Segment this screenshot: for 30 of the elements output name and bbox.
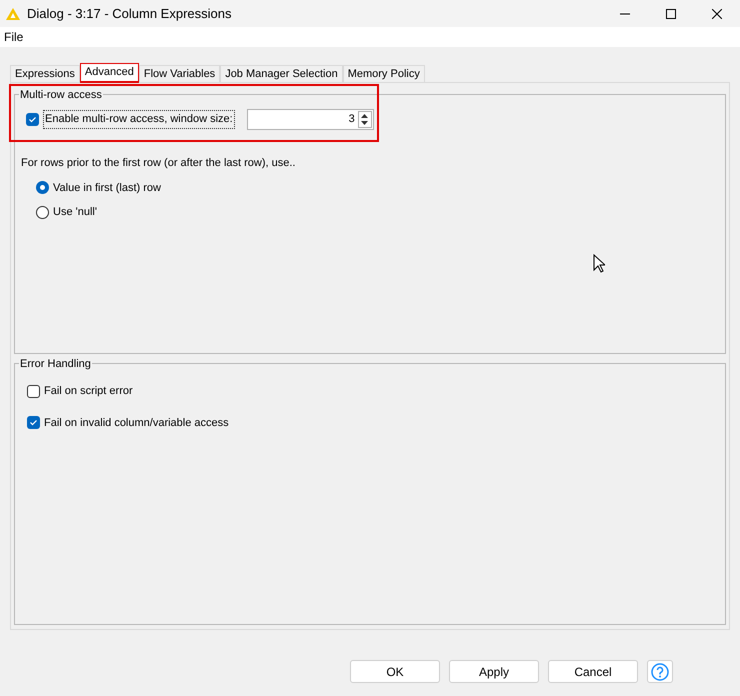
radio-label: Value in first (last) row <box>53 180 161 196</box>
checkmark-icon <box>28 115 37 124</box>
radio-button[interactable] <box>36 181 49 194</box>
help-icon <box>651 662 669 680</box>
dialog-button[interactable]: Apply <box>449 660 539 683</box>
checkbox-label: Enable multi-row access, window size: <box>43 110 235 129</box>
dialog-button[interactable]: Cancel <box>548 660 638 683</box>
window-size-spinner[interactable]: 3 <box>246 109 374 130</box>
tab[interactable]: Flow Variables <box>138 65 220 82</box>
checkbox-label: Fail on script error <box>44 384 133 399</box>
app-logo-icon <box>6 8 20 20</box>
window-title: Dialog - 3:17 - Column Expressions <box>27 4 232 23</box>
help-button[interactable] <box>647 660 673 683</box>
checkbox-label: Fail on invalid column/variable access <box>44 416 229 430</box>
checkbox[interactable] <box>26 113 39 126</box>
checkbox[interactable] <box>27 384 40 398</box>
prompt-text: For rows prior to the first row (or after the last row), use.. <box>21 156 296 171</box>
group-title: Error Handling <box>19 356 92 372</box>
spinner-arrows-icon[interactable] <box>358 111 372 128</box>
checkmark-icon <box>29 418 38 428</box>
checkbox[interactable] <box>27 416 40 430</box>
tab[interactable]: Expressions <box>10 65 80 82</box>
tab[interactable]: Memory Policy <box>342 65 425 82</box>
dialog-button[interactable]: OK <box>350 660 440 683</box>
radio-label: Use 'null' <box>53 205 97 220</box>
menu-item[interactable]: File <box>0 28 28 46</box>
tab[interactable]: Job Manager Selection <box>220 65 343 82</box>
mouse-cursor-icon <box>593 254 605 273</box>
radio-button[interactable] <box>36 206 49 219</box>
tab[interactable]: Advanced <box>80 63 139 83</box>
